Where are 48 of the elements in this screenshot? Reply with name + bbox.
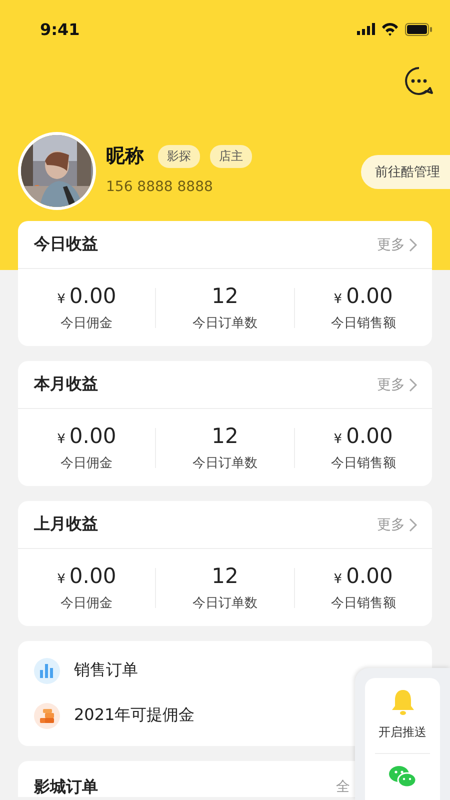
stat-value: 0.00 [346,424,393,448]
stat-label: 今日订单数 [192,454,258,472]
battery-icon [405,22,432,36]
stat-label: 今日佣金 [60,454,113,472]
chevron-right-icon [409,378,418,392]
stat-value: 12 [212,564,238,588]
card-title: 影城订单 [34,776,98,797]
status-time: 9:41 [40,20,80,38]
user-nickname: 昵称 [106,144,144,169]
card-title: 今日收益 [34,234,98,255]
stat-value: 0.00 [346,284,393,308]
currency-sign: ¥ [334,292,342,306]
wifi-icon [381,22,399,36]
stat-label: 今日佣金 [60,594,113,612]
stat-value: 12 [212,284,238,308]
stat-value: 12 [212,424,238,448]
float-label[interactable]: 开启推送 [378,724,426,741]
stat-value: 0.00 [69,564,116,588]
manage-button[interactable]: 前往酷管理 [361,155,450,189]
message-icon[interactable] [404,66,434,96]
currency-sign: ¥ [57,572,66,586]
chevron-right-icon [409,518,418,532]
chat-bubbles-icon[interactable] [388,764,418,788]
stat-value: 0.00 [69,424,116,448]
currency-sign: ¥ [334,572,342,586]
stat-label: 今日销售额 [330,454,396,472]
coins-icon [34,702,60,728]
role-tag: 店主 [210,144,252,168]
stat-value: 0.00 [346,564,393,588]
currency-sign: ¥ [57,432,66,446]
bar-chart-icon [34,658,60,684]
phone-number: 156 8888 8888 [106,179,214,195]
stat-label: 今日订单数 [192,314,258,332]
bell-icon[interactable] [390,688,416,716]
card-title: 上月收益 [34,514,98,535]
stat-label: 今日销售额 [330,314,396,332]
stat-label: 今日订单数 [192,594,258,612]
currency-sign: ¥ [334,432,342,446]
menu-item[interactable]: 销售订单 [74,660,138,681]
currency-sign: ¥ [57,292,66,306]
role-tag: 影探 [158,144,200,168]
stat-value: 0.00 [69,284,116,308]
chevron-right-icon [409,238,418,252]
stat-label: 今日佣金 [60,314,113,332]
card-title: 本月收益 [34,374,98,395]
menu-item[interactable]: 2021年可提佣金 [74,705,195,726]
signal-icon [357,23,375,35]
stat-label: 今日销售额 [330,594,396,612]
